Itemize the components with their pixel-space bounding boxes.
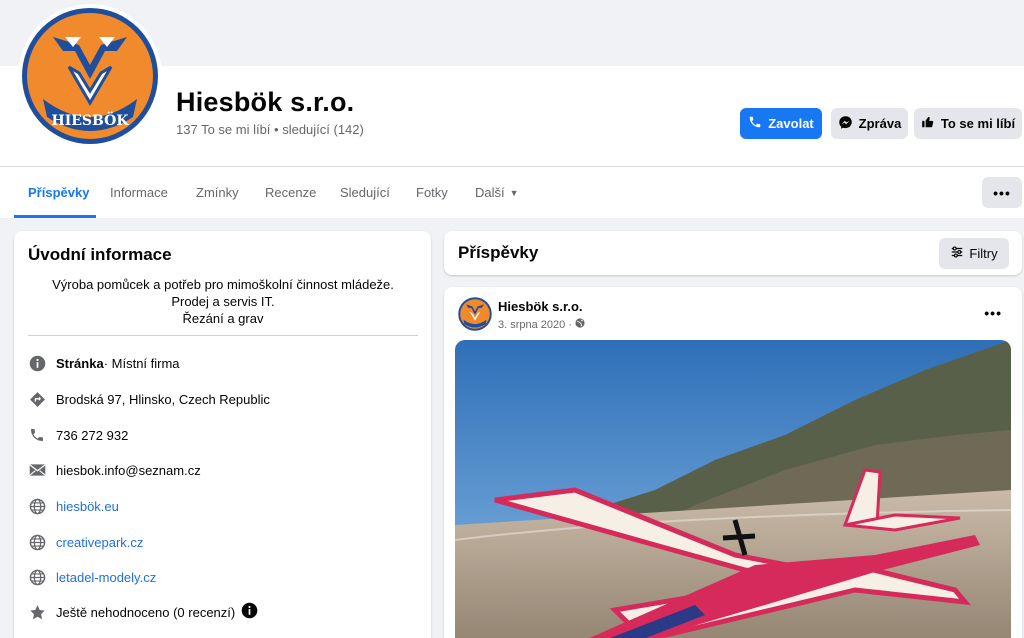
tab-photos[interactable]: Fotky [416, 167, 448, 218]
envelope-icon [28, 461, 46, 479]
like-button-label: To se mi líbí [940, 116, 1016, 131]
page-nav: Příspěvky Informace Zmínky Recenze Sledu… [0, 166, 1024, 218]
page-category: · Místní firma [103, 355, 180, 371]
info-row-website: hiesbök.eu [28, 495, 119, 517]
tab-more[interactable]: Další ▼ [475, 167, 519, 218]
info-row-website: creativepark.cz [28, 531, 143, 553]
tab-mentions[interactable]: Zmínky [196, 167, 239, 218]
posts-title: Příspěvky [458, 243, 539, 262]
globe-icon [28, 568, 46, 586]
post-photo[interactable] [455, 340, 1011, 638]
tab-about[interactable]: Informace [110, 167, 168, 218]
globe-icon [28, 533, 46, 551]
email-text[interactable]: hiesbok.info@seznam.cz [56, 463, 201, 478]
logo-text: HIESBÖK [51, 110, 129, 129]
call-button[interactable]: Zavolat [740, 108, 822, 139]
call-button-label: Zavolat [768, 116, 814, 131]
post-date-text: 3. srpna 2020 · [498, 318, 572, 331]
intro-card: Úvodní informace Výroba pomůcek a potřeb… [14, 231, 431, 638]
address-text: Brodská 97, Hlinsko, Czech Republic [56, 391, 270, 407]
active-tab-indicator [14, 215, 96, 218]
like-button[interactable]: To se mi líbí [914, 108, 1022, 139]
filter-sliders-icon [950, 245, 964, 262]
post-card: Hiesbök s.r.o. 3. srpna 2020 · ••• [444, 287, 1022, 638]
intro-title: Úvodní informace [28, 245, 172, 264]
phone-text: 736 272 932 [56, 427, 129, 443]
directions-icon [28, 390, 46, 408]
page-logo[interactable]: HIESBÖK [18, 4, 162, 148]
info-row-address: Brodská 97, Hlinsko, Czech Republic [28, 388, 270, 410]
website-link[interactable]: letadel-modely.cz [56, 570, 156, 585]
website-link[interactable]: hiesbök.eu [56, 499, 119, 514]
posts-header-card: Příspěvky Filtry [444, 231, 1022, 275]
intro-description-line: Výroba pomůcek a potřeb pro mimoškolní č… [52, 277, 394, 292]
phone-icon [28, 426, 46, 444]
page-title: Hiesbök s.r.o. [176, 87, 355, 117]
post-date[interactable]: 3. srpna 2020 · [498, 318, 585, 331]
phone-icon [748, 115, 762, 132]
tab-more-label: Další [475, 185, 505, 200]
more-options-button[interactable]: ••• [982, 177, 1022, 208]
globe-icon [575, 318, 585, 331]
star-icon [28, 603, 46, 621]
page-stats[interactable]: 137 To se mi líbí • sledující (142) [176, 122, 364, 137]
message-button[interactable]: Zpráva [831, 108, 908, 139]
filter-label: Filtry [969, 246, 998, 261]
intro-description-line: Prodej a servis IT. [171, 294, 275, 309]
tab-reviews[interactable]: Recenze [265, 167, 316, 218]
info-row-website: letadel-modely.cz [28, 566, 156, 588]
tab-followers[interactable]: Sledující [340, 167, 390, 218]
filter-button[interactable]: Filtry [939, 238, 1009, 269]
caret-down-icon: ▼ [509, 187, 519, 198]
info-row-rating: Ještě nehodnoceno (0 recenzí) [28, 601, 258, 623]
info-icon [28, 354, 46, 372]
post-author[interactable]: Hiesbök s.r.o. [498, 299, 583, 314]
page-label: Stránka [56, 355, 104, 371]
thumbs-up-icon [921, 115, 935, 132]
divider [28, 335, 418, 336]
tab-posts[interactable]: Příspěvky [28, 167, 89, 218]
info-row-page-type: Stránka · Místní firma [28, 352, 180, 374]
avatar[interactable] [458, 297, 492, 331]
intro-description: Výroba pomůcek a potřeb pro mimoškolní č… [28, 276, 418, 327]
globe-icon [28, 497, 46, 515]
info-circle-icon[interactable] [241, 602, 258, 622]
info-row-email: hiesbok.info@seznam.cz [28, 459, 201, 481]
intro-description-line: Řezání a grav [182, 311, 264, 326]
post-options-button[interactable]: ••• [984, 305, 1002, 321]
website-link[interactable]: creativepark.cz [56, 535, 143, 550]
messenger-icon [838, 115, 853, 133]
message-button-label: Zpráva [858, 116, 902, 131]
rating-text: Ještě nehodnoceno (0 recenzí) [56, 604, 236, 620]
info-row-phone: 736 272 932 [28, 424, 128, 446]
